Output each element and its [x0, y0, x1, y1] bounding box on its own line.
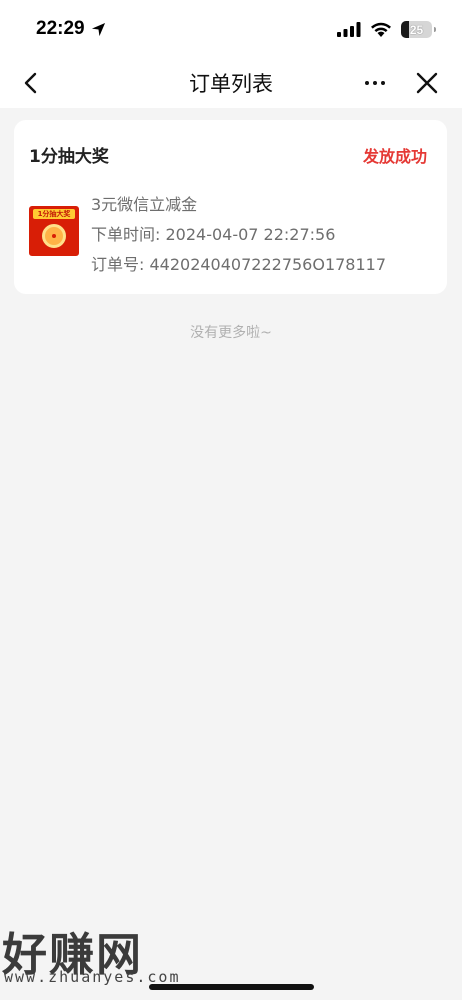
- cellular-signal-icon: [337, 22, 361, 37]
- close-icon[interactable]: [414, 70, 440, 96]
- order-status-badge: 发放成功: [362, 147, 427, 166]
- prize-wheel-icon: [42, 224, 66, 248]
- more-dots-icon[interactable]: [362, 70, 388, 96]
- thumbnail-banner-text: 1分抽大奖: [33, 209, 75, 219]
- battery-icon: 25: [401, 21, 436, 38]
- order-number: 订单号: 4420240407222756O178117: [91, 255, 387, 274]
- battery-cap: [434, 27, 436, 32]
- order-thumbnail: 1分抽大奖: [29, 206, 79, 256]
- list-end-text: 没有更多啦~: [190, 325, 272, 341]
- battery-level: 25: [409, 22, 424, 37]
- wifi-icon: [371, 22, 391, 37]
- status-icons: 25: [337, 21, 436, 38]
- prize-wheel-center: [52, 234, 56, 238]
- status-time-group: 22:29: [36, 18, 106, 40]
- status-bar: 22:29 25: [0, 0, 462, 58]
- order-card[interactable]: 1分抽大奖 发放成功 1分抽大奖 3元微信立减金 下单时间: 2024-04-0…: [14, 120, 447, 294]
- order-details: 3元微信立减金 下单时间: 2024-04-07 22:27:56 订单号: 4…: [91, 190, 386, 280]
- status-time: 22:29: [36, 18, 85, 39]
- order-list-page: 22:29 25 订单列表 1分抽大奖 发放成功 1分抽大奖 3元微信立减金 下…: [0, 0, 462, 1000]
- page-title: 订单列表: [189, 72, 273, 96]
- home-indicator[interactable]: [149, 984, 314, 990]
- watermark: 好赚网 www.zhuanyes.com: [2, 918, 192, 990]
- order-item-name: 3元微信立减金: [91, 195, 198, 214]
- location-arrow-icon: [91, 22, 105, 36]
- order-campaign-title: 1分抽大奖: [29, 147, 109, 167]
- nav-bar: 订单列表: [0, 58, 462, 108]
- order-time: 下单时间: 2024-04-07 22:27:56: [91, 225, 336, 244]
